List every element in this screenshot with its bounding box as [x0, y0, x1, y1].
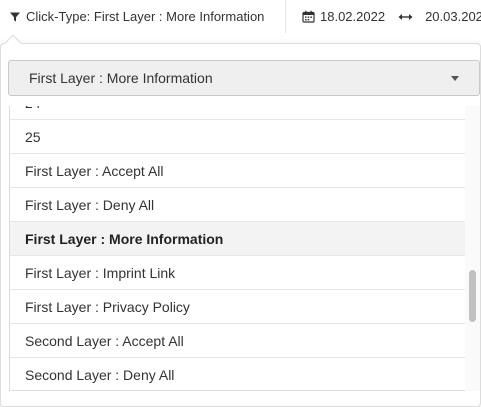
date-end: 20.03.2022 — [425, 9, 481, 24]
option-item[interactable]: First Layer : Deny All — [10, 188, 465, 222]
option-item[interactable]: First Layer : Privacy Policy — [10, 290, 465, 324]
click-type-select[interactable]: First Layer : More Information — [8, 60, 480, 96]
options-list-inner: 2425First Layer : Accept AllFirst Layer … — [10, 106, 465, 390]
filter-label: Click-Type: First Layer : More Informati… — [26, 9, 265, 24]
date-start: 18.02.2022 — [320, 9, 386, 24]
options-list[interactable]: 2425First Layer : Accept AllFirst Layer … — [9, 106, 465, 391]
select-value: First Layer : More Information — [29, 70, 213, 86]
filter-bar: Click-Type: First Layer : More Informati… — [0, 0, 481, 33]
scrollbar-thumb[interactable] — [469, 270, 476, 322]
filter-icon — [9, 11, 21, 23]
option-item[interactable]: 25 — [10, 120, 465, 154]
option-item[interactable]: First Layer : Imprint Link — [10, 256, 465, 290]
option-item[interactable]: Second Layer : Accept All — [10, 324, 465, 358]
click-type-filter-chip[interactable]: Click-Type: First Layer : More Informati… — [0, 0, 285, 33]
double-arrow-icon — [398, 12, 413, 22]
option-item[interactable]: First Layer : Accept All — [10, 154, 465, 188]
option-item[interactable]: 24 — [10, 106, 465, 120]
calendar-icon — [302, 10, 315, 23]
divider — [285, 0, 286, 33]
option-item[interactable]: Second Layer : Deny All — [10, 358, 465, 390]
chevron-down-icon — [451, 76, 459, 81]
scrollbar-track[interactable] — [465, 106, 480, 391]
option-item[interactable]: First Layer : More Information — [10, 222, 465, 256]
date-range-picker[interactable]: 18.02.2022 20.03.2022 — [302, 0, 481, 33]
